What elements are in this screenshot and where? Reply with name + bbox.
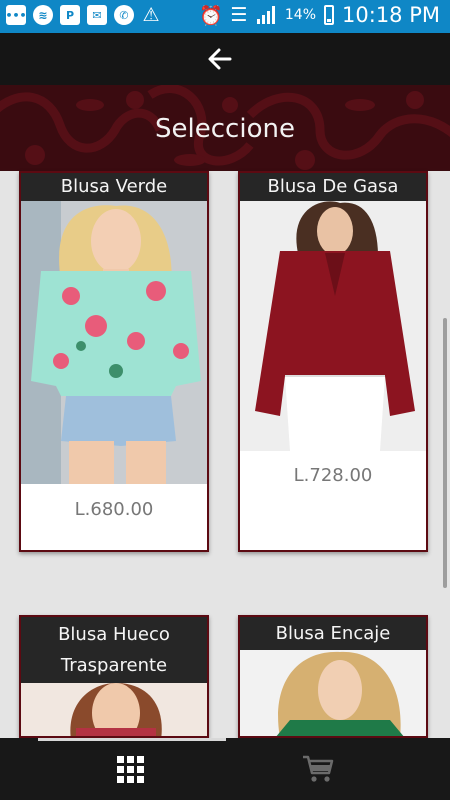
cart-icon[interactable] — [302, 754, 334, 784]
product-price: L.728.00 — [293, 465, 373, 486]
product-name: Blusa Encaje — [240, 617, 426, 650]
bottom-nav — [0, 738, 450, 800]
battery-percent: 14% — [284, 7, 317, 23]
product-image — [21, 683, 207, 736]
grid-icon[interactable] — [117, 756, 145, 784]
product-image — [240, 650, 426, 736]
product-name: Blusa De Gasa — [240, 173, 426, 201]
header-banner: Seleccione — [0, 85, 450, 171]
arrow-left-icon[interactable] — [206, 45, 234, 73]
product-card[interactable]: Blusa Verde L.680.00 — [19, 171, 209, 552]
active-tab-indicator — [38, 738, 226, 741]
page-title: Seleccione — [155, 114, 295, 144]
product-name: Blusa Hueco Trasparente — [21, 617, 207, 683]
clock: 10:18 PM — [342, 3, 440, 27]
product-card[interactable]: Blusa Hueco Trasparente — [19, 615, 209, 738]
product-card[interactable]: Blusa Encaje — [238, 615, 428, 738]
toolbar — [0, 33, 450, 85]
battery-icon — [324, 5, 335, 25]
p-icon: P — [60, 5, 80, 25]
product-name: Blusa Verde — [21, 173, 207, 201]
product-card[interactable]: Blusa De Gasa L.728.00 — [238, 171, 428, 552]
product-image — [21, 201, 207, 484]
warning-icon: ⚠ — [142, 4, 160, 26]
message-icon: ••• — [5, 5, 27, 25]
chat-icon: ✉ — [87, 5, 107, 25]
whatsapp-icon: ✆ — [114, 5, 134, 25]
wifi-icon: ☰ — [230, 4, 248, 26]
product-price: L.680.00 — [74, 499, 154, 520]
scrollbar[interactable] — [443, 318, 447, 588]
status-bar: ••• ≋ P ✉ ✆ ⚠ ⏰ ☰ 14% 10:18 PM — [0, 0, 450, 33]
alarm-icon: ⏰ — [199, 4, 223, 27]
spotify-icon: ≋ — [33, 5, 53, 25]
product-image — [240, 201, 426, 451]
signal-icon — [256, 6, 275, 24]
